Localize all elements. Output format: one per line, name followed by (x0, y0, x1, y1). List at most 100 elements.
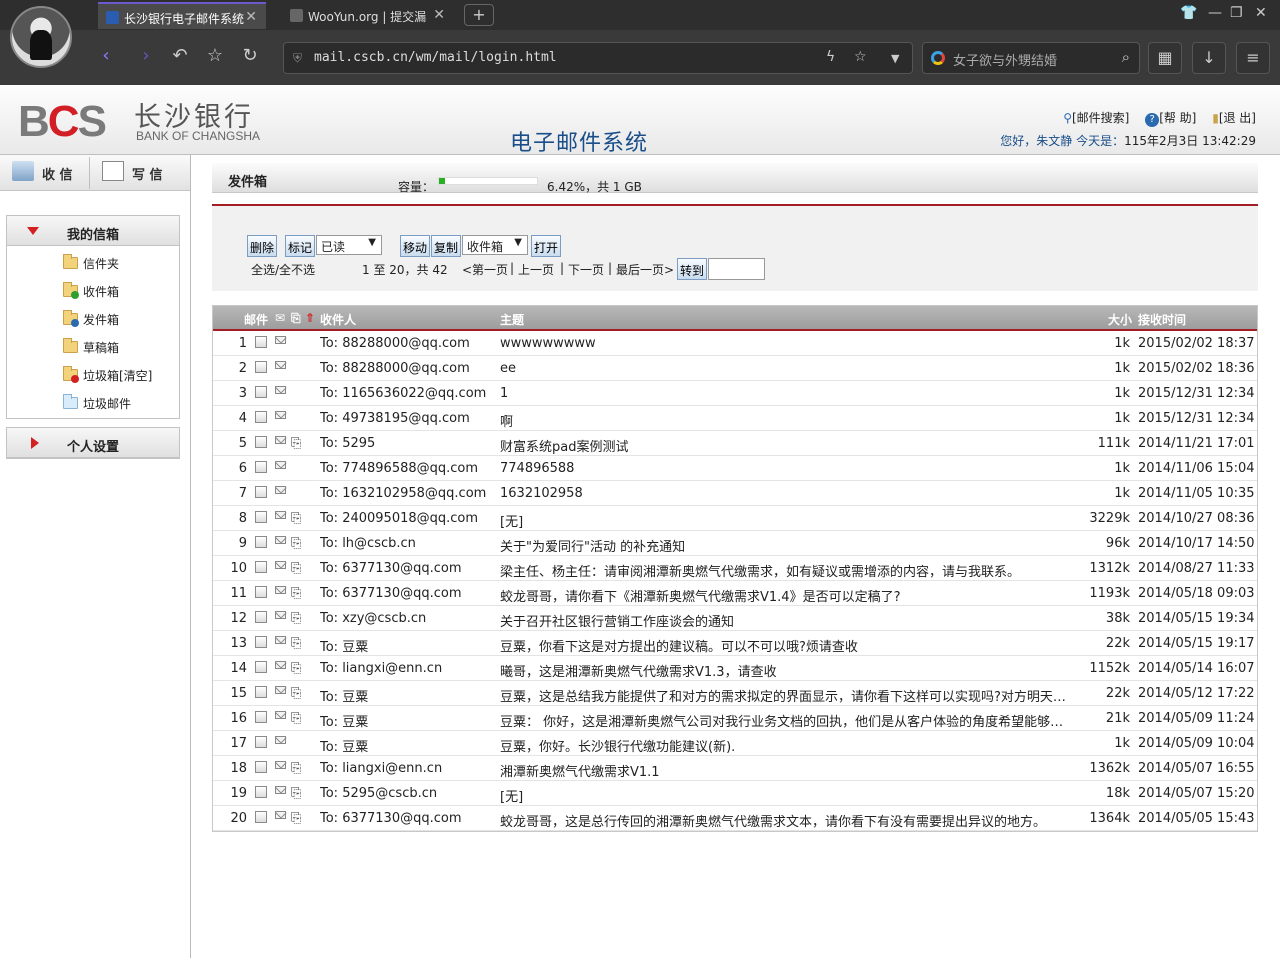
row-recipient[interactable]: To: 5295@cscb.cn (320, 786, 437, 801)
table-row[interactable]: 1 To: 88288000@qq.com wwwwwwwww 1k 2015/02/0… (213, 331, 1257, 356)
row-recipient[interactable]: To: 6377130@qq.com (320, 811, 462, 826)
row-checkbox[interactable] (255, 586, 267, 598)
table-row[interactable]: 14 ⎘ To: liangxi@enn.cn 曦哥，这是湘潭新奥燃气代缴需求V1.3… (213, 656, 1257, 681)
folder-item-sent[interactable]: 发件箱 (7, 304, 179, 332)
restore-icon[interactable]: ❐ (1230, 5, 1243, 21)
row-checkbox[interactable] (255, 536, 267, 548)
row-subject[interactable]: 蛟龙哥哥，请你看下《湘潭新奥燃气代缴需求V1.4》是否可以定稿了? (500, 586, 1070, 605)
new-tab-button[interactable]: + (464, 4, 494, 26)
skin-icon[interactable]: 👕 (1180, 5, 1197, 21)
row-checkbox[interactable] (255, 636, 267, 648)
row-recipient[interactable]: To: 豆粟 (320, 686, 368, 705)
receive-button[interactable]: 收 信 (12, 155, 73, 191)
row-recipient[interactable]: To: 6377130@qq.com (320, 561, 462, 576)
row-checkbox[interactable] (255, 686, 267, 698)
mailbox-panel-header[interactable]: 我的信箱 (7, 216, 179, 246)
row-checkbox[interactable] (255, 711, 267, 723)
row-subject[interactable]: 蛟龙哥哥，这是总行传回的湘潭新奥燃气代缴需求文本，请你看下有没有需要提出异议的地… (500, 811, 1070, 830)
logout-link[interactable]: ▮[退 出] (1206, 111, 1256, 125)
row-recipient[interactable]: To: 5295 (320, 436, 375, 451)
table-row[interactable]: 19 ⎘ To: 5295@cscb.cn [无] 18k 2014/05/07 15:2… (213, 781, 1257, 806)
folder-item-drafts[interactable]: 草稿箱 (7, 332, 179, 360)
undo-close-icon[interactable]: ↶ (168, 45, 192, 66)
compose-button[interactable]: 写 信 (102, 155, 163, 191)
flash-icon[interactable]: ϟ (826, 49, 835, 65)
table-row[interactable]: 2 To: 88288000@qq.com ee 1k 2015/02/02 18:36 (213, 356, 1257, 381)
table-row[interactable]: 7 To: 1632102958@qq.com 1632102958 1k 2014/1… (213, 481, 1257, 506)
forward-icon[interactable]: › (134, 45, 158, 66)
row-checkbox[interactable] (255, 811, 267, 823)
row-recipient[interactable]: To: liangxi@enn.cn (320, 761, 442, 776)
tab-close-icon[interactable]: ✕ (433, 7, 445, 23)
mark-button[interactable]: 标记 (285, 235, 316, 257)
table-row[interactable]: 9 ⎘ To: lh@cscb.cn 关于"为爱同行"活动 的补充通知 96k 2014/… (213, 531, 1257, 556)
row-checkbox[interactable] (255, 611, 267, 623)
table-row[interactable]: 4 To: 49738195@qq.com 啊 1k 2015/12/31 12:34 (213, 406, 1257, 431)
minimize-icon[interactable]: — (1208, 5, 1222, 21)
move-button[interactable]: 移动 (400, 235, 431, 257)
folder-select[interactable]: 收件箱 ▼ (462, 235, 528, 255)
mark-select[interactable]: 已读 ▼ (316, 235, 382, 255)
row-subject[interactable]: 财富系统pad案例测试 (500, 436, 1070, 455)
table-row[interactable]: 6 To: 774896588@qq.com 774896588 1k 2014/11/… (213, 456, 1257, 481)
row-checkbox[interactable] (255, 661, 267, 673)
last-page-link[interactable]: 最后一页> (616, 261, 674, 278)
row-recipient[interactable]: To: 1632102958@qq.com (320, 486, 486, 501)
row-subject[interactable]: wwwwwwwww (500, 336, 1070, 351)
mail-search-link[interactable]: ⚲[邮件搜索] (1057, 111, 1129, 125)
col-mail[interactable]: 邮件 (244, 311, 268, 328)
delete-button[interactable]: 删除 (247, 235, 278, 257)
menu-button[interactable]: ≡ (1236, 42, 1270, 74)
row-checkbox[interactable] (255, 511, 267, 523)
table-row[interactable]: 11 ⎘ To: 6377130@qq.com 蛟龙哥哥，请你看下《湘潭新奥燃气代缴需… (213, 581, 1257, 606)
dropdown-icon[interactable]: ▼ (891, 52, 899, 65)
back-icon[interactable]: ‹ (94, 45, 118, 66)
row-recipient[interactable]: To: 88288000@qq.com (320, 336, 470, 351)
row-checkbox[interactable] (255, 561, 267, 573)
row-subject[interactable]: 曦哥，这是湘潭新奥燃气代缴需求V1.3，请查收 (500, 661, 1070, 680)
next-page-link[interactable]: 下一页 (568, 261, 604, 278)
row-checkbox[interactable] (255, 411, 267, 423)
col-to[interactable]: 收件人 (320, 311, 356, 328)
table-row[interactable]: 16 ⎘ To: 豆粟 豆粟： 你好，这是湘潭新奥燃气公司对我行业务文档的回执，他们是… (213, 706, 1257, 731)
help-link[interactable]: ? [帮 助] (1139, 111, 1196, 127)
table-row[interactable]: 10 ⎘ To: 6377130@qq.com 梁主任、杨主任：请审阅湘潭新奥燃气代缴… (213, 556, 1257, 581)
row-recipient[interactable]: To: 6377130@qq.com (320, 586, 462, 601)
folder-item-archive[interactable]: 信件夹 (7, 248, 179, 276)
tab-close-icon[interactable]: ✕ (245, 9, 257, 25)
row-subject[interactable]: 豆粟，你看下这是对方提出的建议稿。可以不可以哦?烦请查收 (500, 636, 1070, 655)
table-row[interactable]: 13 ⎘ To: 豆粟 豆粟，你看下这是对方提出的建议稿。可以不可以哦?烦请查收 22k… (213, 631, 1257, 656)
row-checkbox[interactable] (255, 461, 267, 473)
col-subject[interactable]: 主题 (500, 311, 524, 328)
close-window-icon[interactable]: ✕ (1255, 5, 1267, 21)
row-checkbox[interactable] (255, 761, 267, 773)
row-checkbox[interactable] (255, 786, 267, 798)
user-avatar[interactable] (10, 6, 72, 68)
row-subject[interactable]: 啊 (500, 411, 1070, 430)
row-recipient[interactable]: To: liangxi@enn.cn (320, 661, 442, 676)
row-recipient[interactable]: To: xzy@cscb.cn (320, 611, 426, 626)
table-row[interactable]: 12 ⎘ To: xzy@cscb.cn 关于召开社区银行营销工作座谈会的通知 38k 2… (213, 606, 1257, 631)
row-subject[interactable]: [无] (500, 511, 1070, 530)
folder-item-spam[interactable]: 垃圾邮件 (7, 388, 179, 416)
bookmark-star-icon[interactable]: ☆ (854, 49, 867, 65)
row-recipient[interactable]: To: 豆粟 (320, 736, 368, 755)
favorite-star-icon[interactable]: ☆ (203, 45, 227, 66)
download-button[interactable]: ↓ (1192, 42, 1226, 74)
row-subject[interactable]: 豆粟： 你好，这是湘潭新奥燃气公司对我行业务文档的回执，他们是从客户体验的角度希… (500, 711, 1070, 730)
open-button[interactable]: 打开 (531, 235, 562, 257)
search-box[interactable]: 女子欲与外甥结婚 ⌕ (922, 42, 1140, 74)
row-subject[interactable]: 豆粟，你好。长沙银行代缴功能建议(新). (500, 736, 1070, 755)
table-row[interactable]: 15 ⎘ To: 豆粟 豆粟，这是总结我方能提供了和对方的需求拟定的界面显示，请你看下… (213, 681, 1257, 706)
goto-button[interactable]: 转到 (677, 258, 708, 280)
copy-button[interactable]: 复制 (431, 235, 462, 257)
row-recipient[interactable]: To: 240095018@qq.com (320, 511, 478, 526)
row-subject[interactable]: 1 (500, 386, 1070, 401)
page-number-input[interactable] (708, 258, 765, 280)
table-row[interactable]: 17 To: 豆粟 豆粟，你好。长沙银行代缴功能建议(新). 1k 2014/05/09… (213, 731, 1257, 756)
apps-grid-button[interactable]: ▦ (1148, 42, 1182, 74)
row-checkbox[interactable] (255, 436, 267, 448)
search-suggestion[interactable]: 女子欲与外甥结婚 (953, 50, 1057, 69)
row-checkbox[interactable] (255, 486, 267, 498)
row-subject[interactable]: 关于召开社区银行营销工作座谈会的通知 (500, 611, 1070, 630)
